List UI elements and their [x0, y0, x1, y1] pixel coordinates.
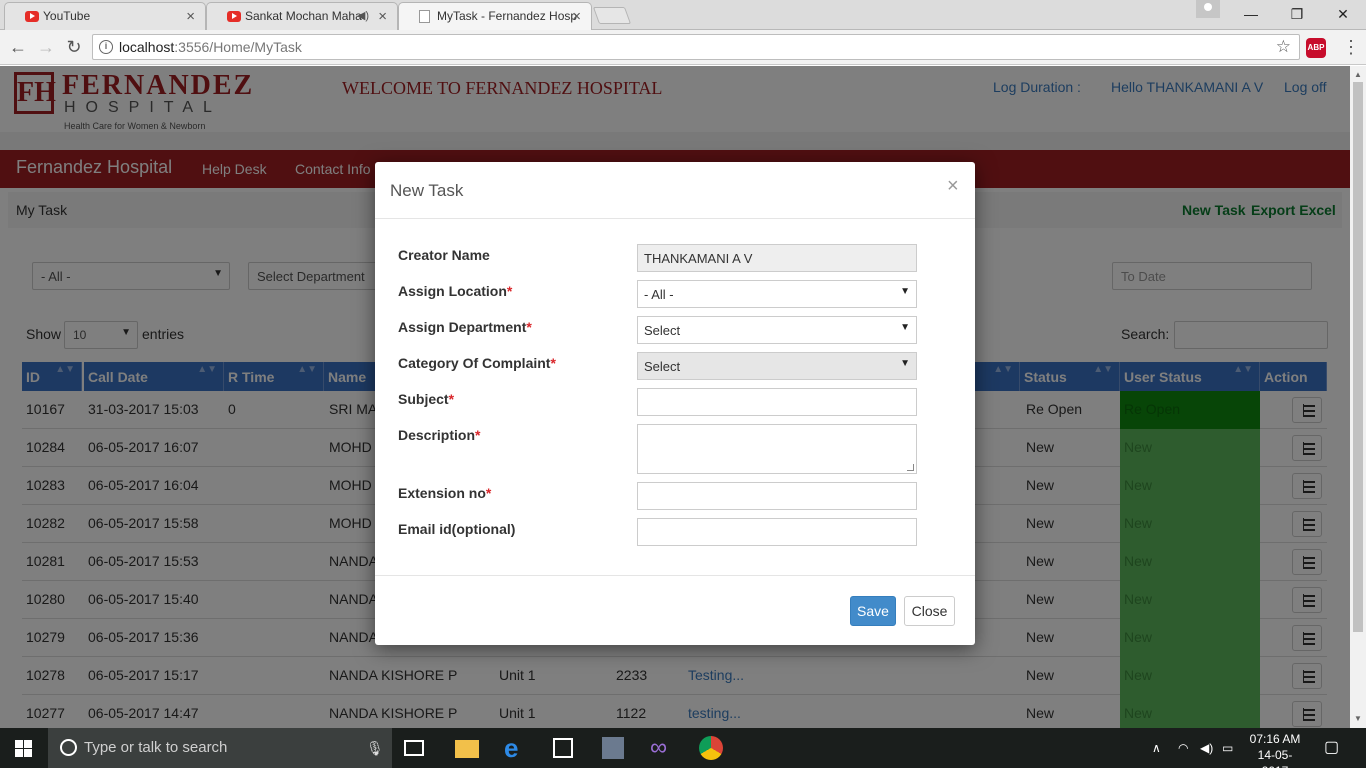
- youtube-icon: [25, 11, 39, 22]
- required-mark: *: [475, 427, 481, 443]
- taskbar-search-placeholder: Type or talk to search: [84, 739, 228, 756]
- email-label-text: Email id(optional): [398, 521, 516, 537]
- store-icon[interactable]: [553, 738, 573, 758]
- forward-arrow-icon[interactable]: →: [34, 37, 58, 58]
- notifications-icon[interactable]: ▢: [1324, 728, 1339, 768]
- assign-department-label: Assign Department*: [398, 319, 532, 335]
- assign-department-select[interactable]: Select ▼: [637, 316, 917, 344]
- browser-tab-youtube[interactable]: YouTube ×: [4, 2, 206, 30]
- close-button[interactable]: Close: [904, 596, 955, 626]
- task-view-icon[interactable]: [404, 740, 424, 756]
- save-button[interactable]: Save: [850, 596, 896, 626]
- tab-title: YouTube: [43, 9, 91, 23]
- subject-label: Subject*: [398, 391, 454, 407]
- creator-name-label: Creator Name: [398, 247, 490, 263]
- tools-icon[interactable]: [602, 737, 624, 759]
- required-mark: *: [550, 355, 556, 371]
- chevron-down-icon: ▼: [900, 286, 910, 297]
- creator-name-value: THANKAMANI A V: [644, 251, 753, 266]
- windows-start-icon[interactable]: [15, 740, 32, 757]
- microphone-icon[interactable]: 🎙: [366, 728, 384, 768]
- subject-label-text: Subject: [398, 391, 449, 407]
- chevron-down-icon: ▼: [900, 322, 910, 333]
- cortana-icon: [60, 739, 77, 756]
- browser-tab-mytask[interactable]: MyTask - Fernandez Hosp ×: [398, 2, 592, 30]
- category-select[interactable]: Select ▼: [637, 352, 917, 380]
- chevron-down-icon: ▼: [900, 358, 910, 369]
- email-label: Email id(optional): [398, 521, 515, 537]
- assign-department-label-text: Assign Department: [398, 319, 527, 335]
- category-label: Category Of Complaint*: [398, 355, 556, 371]
- modal-close-icon[interactable]: ×: [947, 175, 959, 198]
- page-scrollbar[interactable]: ▲ ▼: [1350, 66, 1366, 728]
- speaker-icon[interactable]: ◀): [357, 9, 369, 22]
- browser-tab-sankat[interactable]: Sankat Mochan Maha ◀) ×: [206, 2, 398, 30]
- email-input[interactable]: [637, 518, 917, 546]
- assign-location-label-text: Assign Location: [398, 283, 507, 299]
- tab-close-icon[interactable]: ×: [186, 8, 195, 25]
- show-hidden-icons[interactable]: ∧: [1152, 728, 1161, 768]
- extension-label: Extension no*: [398, 485, 491, 501]
- tab-title: MyTask - Fernandez Hosp: [437, 9, 578, 23]
- new-task-modal: New Task × Creator Name THANKAMANI A V A…: [375, 162, 975, 645]
- tab-title: Sankat Mochan Maha: [245, 9, 362, 23]
- youtube-icon: [227, 11, 241, 22]
- assign-location-select[interactable]: - All - ▼: [637, 280, 917, 308]
- address-bar-input[interactable]: i localhost:3556/Home/MyTask ☆: [92, 34, 1300, 60]
- creator-name-label-text: Creator Name: [398, 247, 490, 263]
- back-arrow-icon[interactable]: ←: [6, 37, 30, 58]
- wifi-icon[interactable]: ◠: [1178, 728, 1188, 768]
- clock-date: 14-05-2017: [1257, 748, 1293, 778]
- subject-input[interactable]: [637, 388, 917, 416]
- extension-input[interactable]: [637, 482, 917, 510]
- scroll-down-icon[interactable]: ▼: [1354, 714, 1362, 723]
- assign-department-value: Select: [644, 323, 681, 338]
- browser-menu-icon[interactable]: ⋮: [1342, 38, 1360, 56]
- restore-icon[interactable]: ❐: [1274, 0, 1320, 30]
- extension-label-text: Extension no: [398, 485, 486, 501]
- adblock-icon[interactable]: ABP: [1306, 38, 1326, 58]
- modal-title: New Task: [390, 181, 464, 200]
- web-page: FH FERNANDEZ HOSPITAL Health Care for Wo…: [0, 66, 1350, 728]
- assign-location-label: Assign Location*: [398, 283, 512, 299]
- taskbar-clock[interactable]: 07:16 AM 14-05-2017: [1246, 731, 1304, 779]
- description-label-text: Description: [398, 427, 476, 443]
- description-label: Description*: [398, 427, 480, 443]
- url-path: :3556/Home/MyTask: [174, 39, 302, 55]
- battery-icon[interactable]: ▭: [1222, 728, 1233, 768]
- modal-header: New Task ×: [375, 162, 975, 219]
- category-value: Select: [644, 359, 681, 374]
- reload-icon[interactable]: ↻: [62, 37, 86, 58]
- required-mark: *: [506, 283, 513, 299]
- required-mark: *: [448, 391, 455, 407]
- windows-taskbar: Type or talk to search 🎙 e ∞ ∧ ◠ ◀) ▭ 07…: [0, 728, 1366, 778]
- scroll-up-icon[interactable]: ▲: [1354, 70, 1362, 79]
- browser-toolbar: ← → ↻ i localhost:3556/Home/MyTask ☆: [0, 30, 1366, 65]
- file-explorer-icon[interactable]: [455, 740, 479, 758]
- required-mark: *: [485, 485, 492, 501]
- visual-studio-icon[interactable]: ∞: [650, 736, 674, 760]
- clock-time: 07:16 AM: [1249, 732, 1301, 746]
- scrollbar-thumb[interactable]: [1353, 82, 1363, 632]
- required-mark: *: [526, 319, 532, 335]
- chrome-icon[interactable]: [699, 736, 723, 760]
- profile-icon[interactable]: [1196, 0, 1220, 18]
- taskbar-search-input[interactable]: Type or talk to search 🎙: [48, 728, 392, 768]
- bookmark-star-icon[interactable]: ☆: [1276, 35, 1291, 59]
- creator-name-field[interactable]: THANKAMANI A V: [637, 244, 917, 272]
- minimize-icon[interactable]: —: [1228, 0, 1274, 30]
- category-label-text: Category Of Complaint: [398, 355, 551, 371]
- browser-tab-strip: YouTube × Sankat Mochan Maha ◀) × MyTask…: [0, 0, 1366, 30]
- url-host: localhost: [119, 39, 175, 55]
- document-icon: [419, 10, 430, 23]
- info-icon[interactable]: i: [99, 40, 113, 54]
- new-tab-button[interactable]: [592, 7, 632, 24]
- tab-close-icon[interactable]: ×: [572, 8, 581, 25]
- assign-location-value: - All -: [644, 287, 674, 302]
- window-close-icon[interactable]: ✕: [1320, 0, 1366, 30]
- tab-close-icon[interactable]: ×: [378, 8, 387, 25]
- edge-browser-icon[interactable]: e: [504, 735, 528, 761]
- description-textarea[interactable]: [637, 424, 917, 474]
- volume-icon[interactable]: ◀): [1200, 728, 1213, 768]
